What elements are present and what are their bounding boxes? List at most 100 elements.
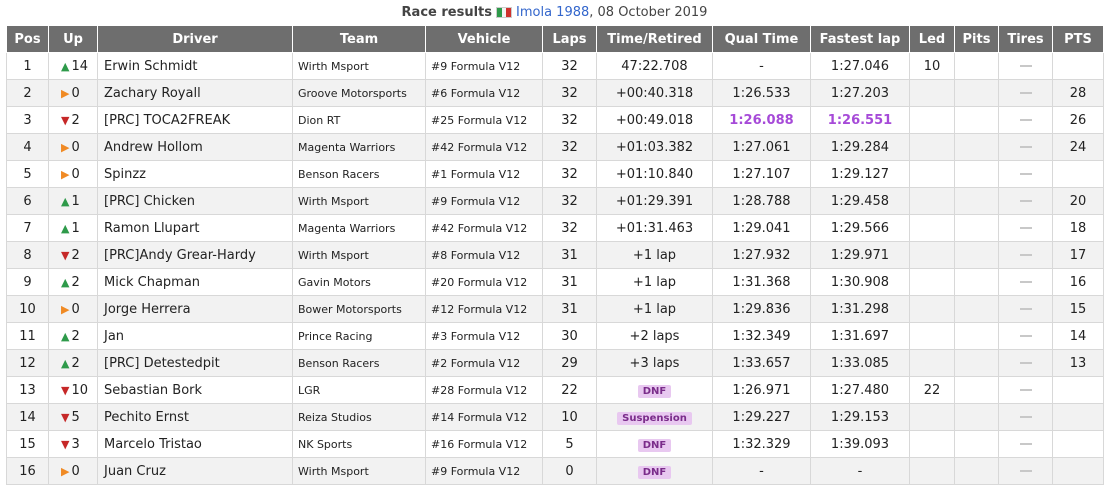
col-team[interactable]: Team bbox=[292, 25, 426, 53]
table-row[interactable]: 8 ▼ 2 [PRC]Andy Grear-Hardy Wirth Msport #8 F… bbox=[6, 241, 1104, 269]
col-pos[interactable]: Pos bbox=[6, 25, 49, 53]
driver-name[interactable]: Spinzz bbox=[97, 160, 293, 188]
col-qual[interactable]: Qual Time bbox=[712, 25, 811, 53]
driver-name[interactable]: Jorge Herrera bbox=[97, 295, 293, 323]
table-row[interactable]: 11 ▲ 2 Jan Prince Racing #3 Formula V12 30 +2 l… bbox=[6, 322, 1104, 350]
laps-cell: 32 bbox=[542, 160, 597, 188]
points-cell: 18 bbox=[1052, 214, 1104, 242]
time-cell: +00:49.018 bbox=[596, 106, 713, 134]
col-fastest[interactable]: Fastest lap bbox=[810, 25, 910, 53]
pits-cell bbox=[954, 160, 999, 188]
pits-cell bbox=[954, 52, 999, 80]
qual-time-cell: 1:26.088 bbox=[712, 106, 811, 134]
arrow-up-icon: ▲ bbox=[61, 59, 70, 73]
tires-cell bbox=[998, 376, 1053, 404]
tire-placeholder-icon bbox=[1019, 308, 1032, 310]
pos-cell: 14 bbox=[6, 403, 49, 431]
table-row[interactable]: 1 ▲ 14 Erwin Schmidt Wirth Msport #9 Formula … bbox=[6, 52, 1104, 80]
table-row[interactable]: 6 ▲ 1 [PRC] Chicken Wirth Msport #9 Formula V… bbox=[6, 187, 1104, 215]
col-pts[interactable]: PTS bbox=[1052, 25, 1104, 53]
pits-cell bbox=[954, 133, 999, 161]
table-row[interactable]: 7 ▲ 1 Ramon Llupart Magenta Warriors #42 Form… bbox=[6, 214, 1104, 242]
track-link[interactable]: Imola 1988 bbox=[516, 5, 589, 20]
pos-cell: 4 bbox=[6, 133, 49, 161]
table-row[interactable]: 13 ▼ 10 Sebastian Bork LGR #28 Formula V12 22 D… bbox=[6, 376, 1104, 404]
position-change-value: 5 bbox=[71, 409, 80, 425]
position-change-value: 2 bbox=[71, 247, 80, 263]
driver-name[interactable]: Zachary Royall bbox=[97, 79, 293, 107]
driver-name[interactable]: Marcelo Tristao bbox=[97, 430, 293, 458]
col-laps[interactable]: Laps bbox=[542, 25, 597, 53]
driver-name[interactable]: Erwin Schmidt bbox=[97, 52, 293, 80]
table-row[interactable]: 15 ▼ 3 Marcelo Tristao NK Sports #16 Formula … bbox=[6, 430, 1104, 458]
arrow-down-icon: ▼ bbox=[61, 248, 70, 262]
led-cell bbox=[909, 160, 955, 188]
tire-placeholder-icon bbox=[1019, 389, 1032, 391]
vehicle-name: #1 Formula V12 bbox=[425, 160, 543, 188]
driver-name[interactable]: Jan bbox=[97, 322, 293, 350]
driver-name[interactable]: Mick Chapman bbox=[97, 268, 293, 296]
col-tires[interactable]: Tires bbox=[998, 25, 1053, 53]
pits-cell bbox=[954, 79, 999, 107]
led-cell bbox=[909, 133, 955, 161]
col-up[interactable]: Up bbox=[48, 25, 98, 53]
time-cell: +2 laps bbox=[596, 322, 713, 350]
table-row[interactable]: 5 ▶ 0 Spinzz Benson Racers #1 Formula V12 32 +0… bbox=[6, 160, 1104, 188]
tires-cell bbox=[998, 349, 1053, 377]
col-vehicle[interactable]: Vehicle bbox=[425, 25, 543, 53]
time-cell: +00:40.318 bbox=[596, 79, 713, 107]
laps-cell: 29 bbox=[542, 349, 597, 377]
pos-cell: 6 bbox=[6, 187, 49, 215]
tire-placeholder-icon bbox=[1019, 416, 1032, 418]
tire-placeholder-icon bbox=[1019, 65, 1032, 67]
laps-cell: 22 bbox=[542, 376, 597, 404]
driver-name[interactable]: Pechito Ernst bbox=[97, 403, 293, 431]
arrow-right-icon: ▶ bbox=[61, 86, 70, 100]
led-cell bbox=[909, 349, 955, 377]
time-cell: +1 lap bbox=[596, 295, 713, 323]
tires-cell bbox=[998, 79, 1053, 107]
status-badge: Suspension bbox=[617, 411, 692, 425]
driver-name[interactable]: [PRC] TOCA2FREAK bbox=[97, 106, 293, 134]
status-badge: DNF bbox=[637, 465, 672, 479]
table-row[interactable]: 16 ▶ 0 Juan Cruz Wirth Msport #9 Formula V12 0… bbox=[6, 457, 1104, 485]
pits-cell bbox=[954, 430, 999, 458]
laps-cell: 5 bbox=[542, 430, 597, 458]
team-name: LGR bbox=[292, 376, 426, 404]
driver-name[interactable]: Ramon Llupart bbox=[97, 214, 293, 242]
qual-time-cell: 1:33.657 bbox=[712, 349, 811, 377]
table-row[interactable]: 9 ▲ 2 Mick Chapman Gavin Motors #20 Formula V… bbox=[6, 268, 1104, 296]
vehicle-name: #42 Formula V12 bbox=[425, 214, 543, 242]
driver-name[interactable]: Andrew Hollom bbox=[97, 133, 293, 161]
driver-name[interactable]: [PRC] Detestedpit bbox=[97, 349, 293, 377]
driver-name[interactable]: Juan Cruz bbox=[97, 457, 293, 485]
qual-time-cell: 1:26.533 bbox=[712, 79, 811, 107]
col-time[interactable]: Time/Retired bbox=[596, 25, 713, 53]
time-cell: +01:10.840 bbox=[596, 160, 713, 188]
laps-cell: 32 bbox=[542, 214, 597, 242]
driver-name[interactable]: [PRC]Andy Grear-Hardy bbox=[97, 241, 293, 269]
tire-placeholder-icon bbox=[1019, 200, 1032, 202]
table-row[interactable]: 2 ▶ 0 Zachary Royall Groove Motorsports #6 Fo… bbox=[6, 79, 1104, 107]
table-row[interactable]: 3 ▼ 2 [PRC] TOCA2FREAK Dion RT #25 Formula V1… bbox=[6, 106, 1104, 134]
table-row[interactable]: 4 ▶ 0 Andrew Hollom Magenta Warriors #42 Form… bbox=[6, 133, 1104, 161]
tires-cell bbox=[998, 322, 1053, 350]
driver-name[interactable]: Sebastian Bork bbox=[97, 376, 293, 404]
col-led[interactable]: Led bbox=[909, 25, 955, 53]
arrow-down-icon: ▼ bbox=[61, 410, 70, 424]
points-cell: 26 bbox=[1052, 106, 1104, 134]
col-pits[interactable]: Pits bbox=[954, 25, 999, 53]
pits-cell bbox=[954, 241, 999, 269]
pits-cell bbox=[954, 376, 999, 404]
arrow-right-icon: ▶ bbox=[61, 140, 70, 154]
driver-name[interactable]: [PRC] Chicken bbox=[97, 187, 293, 215]
col-driver[interactable]: Driver bbox=[97, 25, 293, 53]
qual-time-cell: 1:26.971 bbox=[712, 376, 811, 404]
time-cell: Suspension bbox=[596, 403, 713, 431]
table-row[interactable]: 10 ▶ 0 Jorge Herrera Bower Motorsports #12 Fo… bbox=[6, 295, 1104, 323]
qual-time-cell: 1:29.041 bbox=[712, 214, 811, 242]
tires-cell bbox=[998, 430, 1053, 458]
laps-cell: 32 bbox=[542, 187, 597, 215]
table-row[interactable]: 12 ▲ 2 [PRC] Detestedpit Benson Racers #2 For… bbox=[6, 349, 1104, 377]
table-row[interactable]: 14 ▼ 5 Pechito Ernst Reiza Studios #14 Formul… bbox=[6, 403, 1104, 431]
